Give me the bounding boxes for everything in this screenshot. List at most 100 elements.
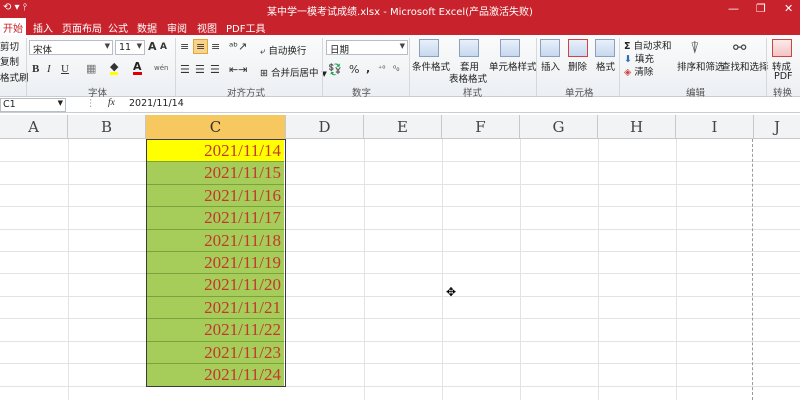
tab-insert[interactable]: 插入 (33, 20, 53, 35)
tab-formulas[interactable]: 公式 (108, 20, 128, 35)
cell-c7[interactable]: 2021/11/20 (147, 274, 284, 297)
tab-view[interactable]: 视图 (197, 20, 217, 35)
align-middle-icon[interactable]: ≡ (193, 39, 209, 54)
restore-button[interactable]: ❐ (756, 2, 766, 15)
fill-color-icon[interactable]: ◆ (110, 61, 119, 75)
group-separator (322, 38, 323, 96)
name-box-value: C1 (3, 99, 16, 110)
comma-button[interactable]: , (366, 62, 370, 75)
align-center-icon[interactable]: ☰ (195, 63, 205, 76)
cell-c10[interactable]: 2021/11/23 (147, 341, 284, 364)
column-header[interactable]: G (520, 115, 598, 139)
cell-c1[interactable]: 2021/11/14 (147, 140, 284, 163)
font-color-button[interactable]: A (133, 61, 142, 75)
wrap-text-button[interactable]: ⤶ 自动换行 (260, 43, 306, 57)
indent-icon[interactable]: ⇤⇥ (229, 63, 247, 76)
column-header[interactable]: A (0, 115, 68, 139)
percent-button[interactable]: % (349, 63, 359, 76)
column-header[interactable]: E (364, 115, 442, 139)
increase-decimal-icon[interactable]: ⁺⁰ (378, 64, 385, 73)
column-header[interactable]: J (754, 115, 800, 139)
bold-button[interactable]: B (32, 63, 39, 75)
number-format-value: 日期 (330, 45, 350, 56)
cut-button[interactable]: 剪切 (0, 39, 19, 53)
grid-line (0, 184, 800, 185)
merge-center-button[interactable]: ⊞ 合并后居中 ▼ (260, 65, 327, 79)
tab-page-layout[interactable]: 页面布局 (62, 20, 102, 35)
shrink-font-button[interactable]: A (160, 42, 167, 52)
find-select-button[interactable]: 查找和选择 (721, 59, 769, 73)
cell-c9[interactable]: 2021/11/22 (147, 319, 284, 342)
ribbon-tabs: 开始 插入 页面布局 公式 数据 审阅 视图 PDF工具 (0, 18, 800, 35)
grid-line (676, 139, 677, 400)
chevron-down-icon: ▼ (399, 42, 405, 50)
grid-line (0, 206, 800, 207)
wrap-icon: ⤶ (260, 46, 266, 57)
tab-data[interactable]: 数据 (137, 20, 157, 35)
number-format-combo[interactable]: 日期 ▼ (326, 40, 408, 56)
cell-c6[interactable]: 2021/11/19 (147, 252, 284, 275)
tab-pdf-tools[interactable]: PDF工具 (226, 20, 265, 35)
clear-button[interactable]: ◈ 清除 (624, 64, 653, 78)
column-header[interactable]: I (676, 115, 754, 139)
cell-c3[interactable]: 2021/11/16 (147, 184, 284, 208)
window-title: 某中学一模考试成绩.xlsx - Microsoft Excel(产品激活失败) (267, 7, 533, 18)
currency-icon[interactable]: 💱 (328, 63, 342, 76)
column-header[interactable]: D (286, 115, 364, 139)
fill-button[interactable]: ⬇ 填充 (624, 51, 654, 65)
grid-line (0, 363, 800, 364)
minimize-button[interactable]: — (728, 2, 739, 15)
selected-range-c1-c11[interactable]: 2021/11/14 2021/11/15 2021/11/16 2021/11… (146, 139, 286, 387)
insert-cells-button[interactable]: 插入 (541, 59, 560, 73)
grid-line (442, 139, 443, 400)
grow-font-button[interactable]: A (148, 40, 157, 53)
cell-styles-button[interactable]: 单元格样式 (489, 59, 537, 73)
insert-function-button[interactable]: fx (108, 98, 115, 108)
sort-filter-button[interactable]: 排序和筛选 (677, 59, 725, 73)
tab-review[interactable]: 审阅 (167, 20, 187, 35)
align-bottom-icon[interactable]: ≡ (211, 40, 220, 53)
column-header[interactable]: H (598, 115, 676, 139)
tab-home[interactable]: 开始 (0, 18, 26, 35)
column-header-selected[interactable]: C (146, 115, 286, 139)
cell-c2[interactable]: 2021/11/15 (147, 162, 284, 185)
cell-c4[interactable]: 2021/11/17 (147, 207, 284, 230)
autosum-button[interactable]: Σ 自动求和 (624, 38, 672, 52)
font-size-combo[interactable]: 11 ▼ (115, 40, 145, 55)
delete-cells-button[interactable]: 删除 (568, 59, 587, 73)
group-separator (175, 38, 176, 96)
formula-bar: C1 ▼ ⋮ fx 2021/11/14 (0, 97, 800, 113)
conditional-format-button[interactable]: 条件格式 (412, 59, 450, 73)
underline-button[interactable]: U (61, 63, 69, 75)
cell-c8[interactable]: 2021/11/21 (147, 296, 284, 320)
cell-styles-icon (500, 39, 520, 57)
column-header[interactable]: F (442, 115, 520, 139)
phonetic-button[interactable]: wén (154, 64, 168, 72)
copy-button[interactable]: 复制 (0, 54, 19, 68)
grid-line (520, 139, 521, 400)
close-button[interactable]: ✕ (784, 2, 793, 15)
group-separator (536, 38, 537, 96)
cell-c11[interactable]: 2021/11/24 (147, 364, 284, 387)
worksheet-grid[interactable] (0, 139, 800, 400)
decrease-decimal-icon[interactable]: ⁰₀ (393, 64, 399, 73)
font-name-combo[interactable]: 宋体 ▼ (29, 40, 113, 56)
format-painter-button[interactable]: 格式刷 (0, 70, 29, 84)
column-header[interactable]: B (68, 115, 146, 139)
align-left-icon[interactable]: ☰ (180, 63, 190, 76)
cell-c5[interactable]: 2021/11/18 (147, 229, 284, 252)
group-separator (619, 38, 620, 96)
align-right-icon[interactable]: ☰ (210, 63, 220, 76)
orientation-icon[interactable]: ᵃᵇ↗ (229, 40, 247, 53)
column-headers: A B C D E F G H I J (0, 115, 800, 139)
border-icon[interactable]: ▦ (86, 62, 96, 75)
grid-line (0, 273, 800, 274)
name-box[interactable]: C1 ▼ (0, 98, 66, 112)
format-cells-button[interactable]: 格式 (596, 59, 615, 73)
formula-input[interactable]: 2021/11/14 (129, 98, 184, 109)
format-table-label-2: 表格格式 (449, 74, 488, 85)
align-top-icon[interactable]: ≡ (180, 40, 189, 53)
italic-button[interactable]: I (47, 63, 51, 75)
convert-pdf-label-2: PDF (774, 71, 793, 82)
chevron-down-icon: ▼ (57, 99, 63, 107)
